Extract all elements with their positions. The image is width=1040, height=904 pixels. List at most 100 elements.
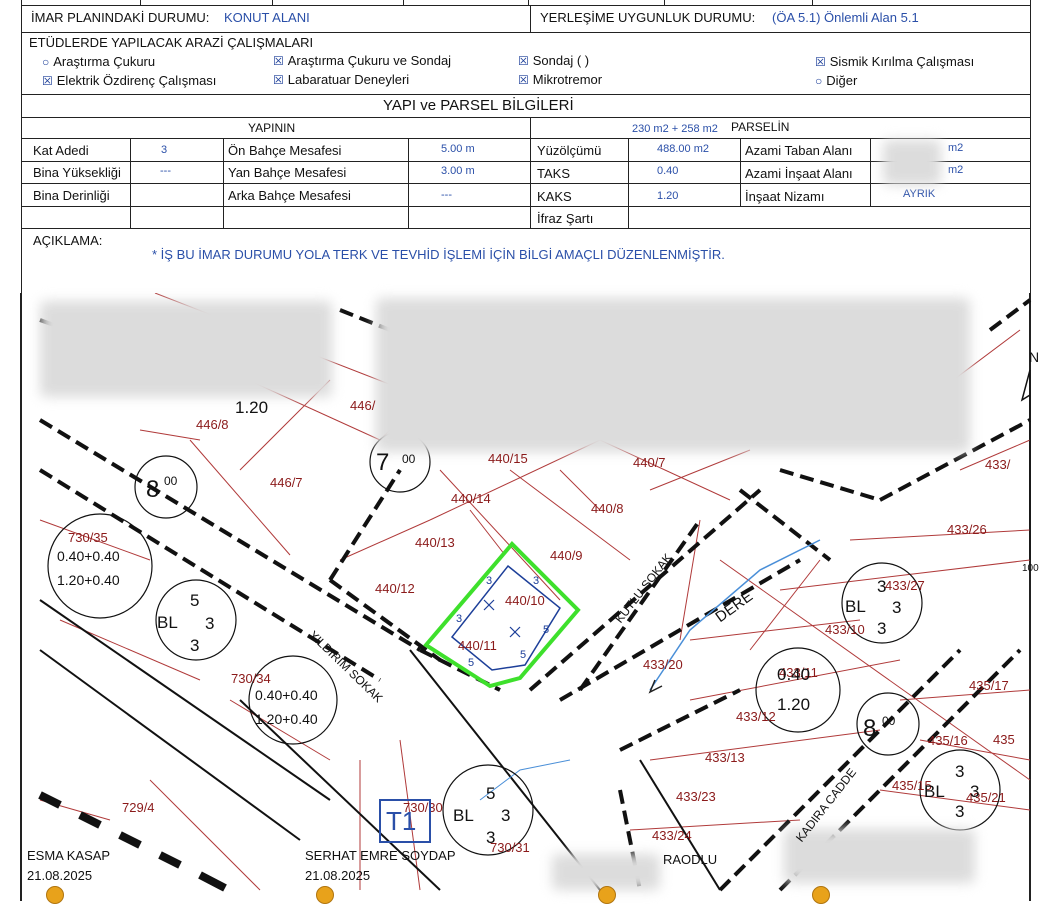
parcel-label: 446/ <box>350 398 376 413</box>
etud-item-label: Diğer <box>826 73 858 88</box>
floor-count: 3 <box>190 636 200 655</box>
aciklama-text: * İŞ BU İMAR DURUMU YOLA TERK VE TEVHİD … <box>152 247 725 262</box>
etud-item-label: Labaratuar Deneyleri <box>287 72 410 87</box>
parcel-label: 730/31 <box>490 840 530 855</box>
table-cell: Yan Bahçe Mesafesi <box>228 165 347 180</box>
table-cell: 0.40 <box>657 165 679 177</box>
floor-count: 3 <box>486 828 496 847</box>
parcel-label: 440/15 <box>488 451 528 466</box>
table-cell: Azami Taban Alanı <box>745 143 853 158</box>
table-cell: İnşaat Nizamı <box>745 189 825 204</box>
aciklama-label: AÇIKLAMA: <box>33 233 103 248</box>
table-cell: Bina Derinliği <box>33 188 110 203</box>
setback-value: 3 <box>501 806 511 825</box>
parcel-label: 730/35 <box>68 530 108 545</box>
pin-icon <box>316 886 334 904</box>
parcel-label: 446/8 <box>196 417 229 432</box>
etud-item: ☒ Elektrik Özdirenç Çalışması <box>42 73 216 89</box>
table-cell: 5.00 m <box>441 143 475 155</box>
table-cell: 3 <box>161 144 168 156</box>
parcel-label: 433/10 <box>825 622 865 637</box>
checkbox-checked-icon: ☒ <box>273 54 284 68</box>
table-cell: 488.00 m2 <box>657 143 709 155</box>
parcel-label: 729/4 <box>122 800 155 815</box>
ratio-label: 1.20 <box>235 398 269 417</box>
parcel-label: 440/8 <box>591 501 624 516</box>
bl-label: BL <box>924 782 945 801</box>
parcel-label: 440/9 <box>550 548 583 563</box>
setback-mark: 5 <box>543 624 550 636</box>
etud-item: ☒ Labaratuar Deneyleri <box>273 72 409 88</box>
redacted-block <box>883 140 941 185</box>
table-cell: m2 <box>948 164 964 176</box>
floor-count: 3 <box>955 802 965 821</box>
etud-item-label: Mikrotremor <box>532 72 603 87</box>
floor-count: 3 <box>877 619 887 638</box>
bl-label: BL <box>157 613 178 632</box>
floor-count: 5 <box>190 591 200 610</box>
setback-mark: 5 <box>520 649 527 661</box>
parcel-label: 440/12 <box>375 581 415 596</box>
table-cell: Kat Adedi <box>33 143 89 158</box>
parsel-area: 230 m2 + 258 m2 <box>632 123 718 135</box>
signer-name: ESMA KASAP <box>27 848 111 863</box>
road-width-decimal: 00 <box>882 714 896 728</box>
checkbox-checked-icon: ☒ <box>273 73 284 87</box>
etud-item: ☒ Araştırma Çukuru ve Sondaj <box>273 53 451 69</box>
parcel-label: 435 <box>993 732 1015 747</box>
parcel-label: 433/24 <box>652 828 692 843</box>
etud-item: ☒ Sismik Kırılma Çalışması <box>815 54 974 70</box>
density-label: 1.20+0.40 <box>57 572 120 588</box>
setback-mark: 5 <box>468 657 475 669</box>
etud-item-label: Sismik Kırılma Çalışması <box>829 54 975 69</box>
checkbox-checked-icon: ☒ <box>518 73 529 87</box>
setback-mark: 3 <box>486 575 493 587</box>
road-width: 7 <box>376 449 390 476</box>
parcel-label: 435/16 <box>928 733 968 748</box>
etud-item-label: Araştırma Çukuru <box>53 54 156 69</box>
etud-item: ☒ Sondaj ( ) <box>518 53 589 69</box>
floor-count: 5 <box>486 784 496 803</box>
table-cell: Arka Bahçe Mesafesi <box>228 188 351 203</box>
parcel-label: 730/34 <box>231 671 271 686</box>
table-cell: Azami İnşaat Alanı <box>745 166 853 181</box>
parcel-label: 433/23 <box>676 789 716 804</box>
table-cell: Bina Yüksekliği <box>33 165 121 180</box>
setback-value: 3 <box>970 782 980 801</box>
signer-date: 21.08.2025 <box>27 868 93 883</box>
parcel-label: 433/26 <box>947 522 987 537</box>
checkbox-checked-icon: ☒ <box>518 54 529 68</box>
setback-mark: 3 <box>456 613 463 625</box>
etud-item: ○ Diğer <box>815 73 857 89</box>
pin-icon <box>598 886 616 904</box>
parcel-label: 435/17 <box>969 678 1009 693</box>
ratio-label: 1.20 <box>777 695 811 714</box>
parcel-label: 440/11 <box>458 638 497 653</box>
checkbox-checked-icon: ☒ <box>815 55 826 69</box>
yapinin-label: YAPININ <box>248 121 296 135</box>
parcel-label: 100 <box>1022 563 1039 574</box>
setback-value: 3 <box>892 598 902 617</box>
bl-label: BL <box>453 806 474 825</box>
table-cell: KAKS <box>537 189 572 204</box>
parcel-label: 433/13 <box>705 750 745 765</box>
pin-icon <box>812 886 830 904</box>
table-cell: 1.20 <box>657 190 679 202</box>
parcel-label: 440/7 <box>633 455 666 470</box>
bl-label: BL <box>845 597 866 616</box>
density-label: 1.20+0.40 <box>255 711 318 727</box>
table-cell: Yüzölçümü <box>537 143 602 158</box>
street-label: RAODLU <box>663 852 718 867</box>
redacted-block <box>552 854 660 890</box>
parcel-label: 433/20 <box>643 657 683 672</box>
redacted-block <box>40 301 332 397</box>
road-width: 8 <box>863 715 877 742</box>
floor-count: 3 <box>877 577 887 596</box>
parcel-label: 440/10 <box>505 593 545 608</box>
radio-empty-icon: ○ <box>815 74 823 88</box>
pin-icon <box>46 886 64 904</box>
radio-empty-icon: ○ <box>42 55 50 69</box>
density-label: 0.40+0.40 <box>255 687 318 703</box>
table-cell: --- <box>441 189 452 201</box>
etud-item-label: Sondaj ( ) <box>532 53 590 68</box>
